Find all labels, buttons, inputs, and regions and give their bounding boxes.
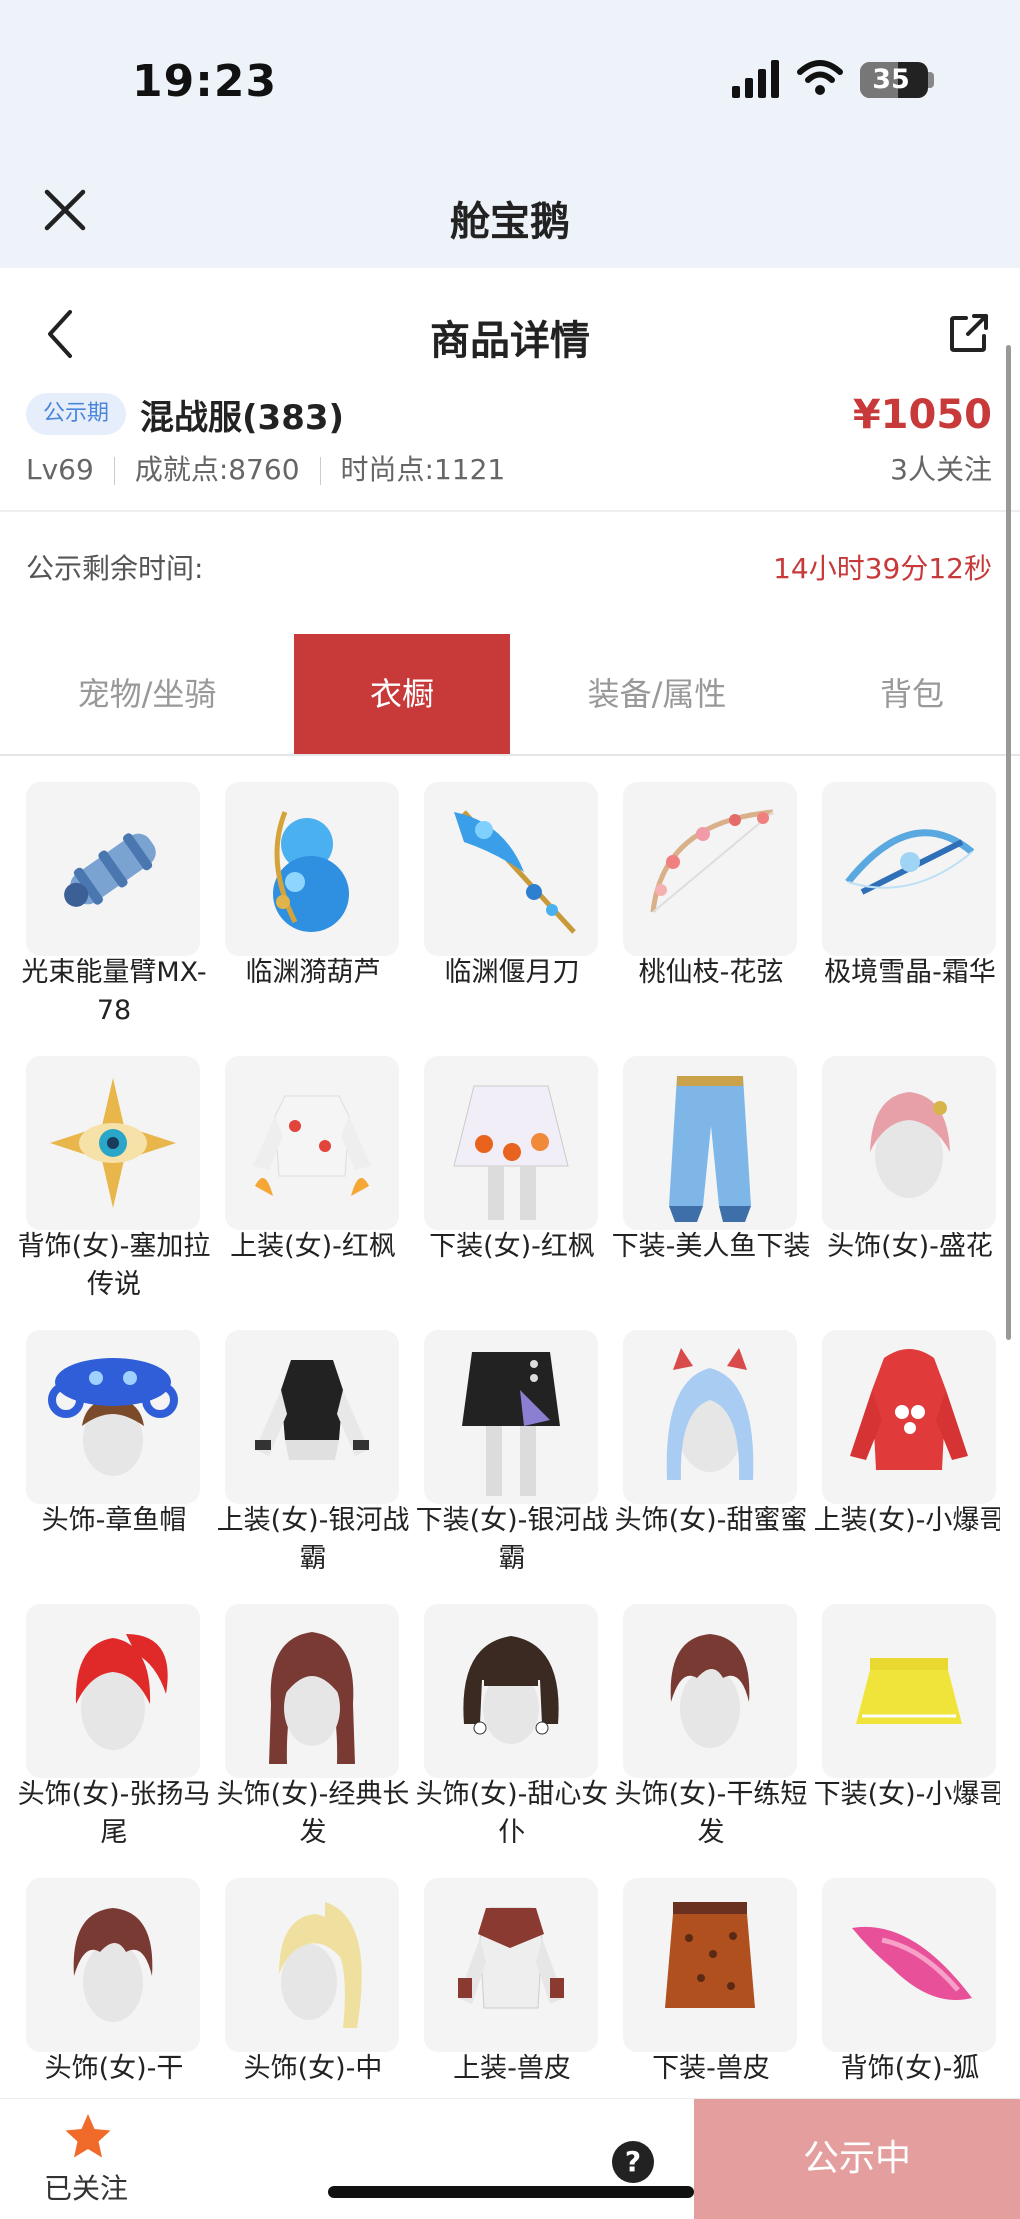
star-icon[interactable] [62, 2111, 114, 2163]
share-icon[interactable] [944, 308, 994, 358]
item-name: 上装-兽皮 [453, 2053, 571, 2084]
item-name: 背饰(女)-狐 [840, 2053, 980, 2084]
hoodie-icon [822, 1330, 996, 1504]
status-badge: 公示期 [26, 393, 126, 435]
item-name: 下装(女)-红枫 [429, 1231, 595, 1262]
item-name: 头饰(女)-甜心女仆 [415, 1779, 609, 1848]
hair-icon [225, 1878, 399, 2052]
tab-pets-mounts[interactable]: 宠物/坐骑 [0, 634, 294, 754]
tail-icon [822, 1878, 996, 2052]
item-name: 临渊偃月刀 [444, 957, 580, 988]
scrollbar[interactable] [1006, 345, 1011, 1340]
battery-tip [928, 72, 934, 88]
battery-icon: 35 [860, 62, 928, 98]
hair-icon [424, 1604, 598, 1778]
tab-divider [0, 754, 1020, 756]
pants-icon [623, 1056, 797, 1230]
eye-ornament-icon [26, 1056, 200, 1230]
help-icon[interactable]: ? [612, 2141, 654, 2183]
skirt-icon [623, 1878, 797, 2052]
tab-backpack[interactable]: 背包 [804, 634, 1020, 754]
follower-count: 3人关注 [890, 453, 992, 486]
follow-button[interactable]: 已关注 [44, 2167, 128, 2207]
glaive-icon [424, 782, 598, 956]
top-outfit-icon [225, 1330, 399, 1504]
skirt-icon [424, 1330, 598, 1504]
battery-level: 35 [872, 64, 910, 95]
item-name: 头饰(女)-经典长发 [216, 1779, 410, 1848]
remaining-time-value: 14小时39分12秒 [773, 552, 992, 585]
price: ¥1050 [852, 392, 992, 438]
level: Lv69 [26, 453, 94, 486]
tab-wardrobe[interactable]: 衣橱 [294, 634, 510, 754]
item-name: 头饰(女)-张扬马尾 [17, 1779, 211, 1848]
hair-icon [26, 1878, 200, 2052]
item-name: 上装(女)-银河战霸 [216, 1505, 410, 1574]
remaining-time-label: 公示剩余时间: [26, 552, 204, 585]
item-name: 头饰(女)-盛花 [827, 1231, 993, 1262]
item-name: 头饰(女)-干练短发 [614, 1779, 808, 1848]
item-name: 上装(女)-红枫 [230, 1231, 396, 1262]
item-name: 头饰(女)-干 [44, 2053, 184, 2084]
divider [0, 510, 1020, 512]
item-name: 桃仙枝-花弦 [638, 957, 784, 988]
item-name: 临渊漪葫芦 [245, 957, 381, 988]
status-bar: 19:23 35 [0, 0, 1020, 145]
hair-icon [623, 1330, 797, 1504]
nav-bar: 商品详情 [0, 268, 1020, 393]
tab-bar: 宠物/坐骑 衣橱 装备/属性 背包 [0, 634, 1020, 754]
server-name: 混战服(383) [140, 398, 345, 438]
wardrobe-grid: 光束能量臂MX-78 临渊漪葫芦 临渊偃月刀 桃仙枝-花弦 极境雪晶-霜华 背饰… [0, 782, 1000, 2102]
signal-icon [732, 60, 779, 98]
bottom-bar: 已关注 ? 公示中 [0, 2098, 1020, 2219]
hair-icon [623, 1604, 797, 1778]
skirt-icon [822, 1604, 996, 1778]
app-bar: 舱宝鹅 [0, 145, 1020, 268]
energy-arm-icon [26, 782, 200, 956]
item-name: 头饰(女)-甜蜜蜜 [614, 1505, 808, 1536]
home-indicator [328, 2186, 694, 2198]
item-name: 头饰(女)-中 [243, 2053, 383, 2084]
item-name: 极境雪晶-霜华 [824, 957, 996, 988]
item-name: 背饰(女)-塞加拉传说 [17, 1231, 211, 1300]
wifi-icon [797, 60, 843, 95]
item-name: 头饰-章鱼帽 [41, 1505, 187, 1536]
bow-icon [623, 782, 797, 956]
skirt-icon [424, 1056, 598, 1230]
crossbow-icon [822, 782, 996, 956]
app-title: 舱宝鹅 [450, 199, 570, 245]
fashion-points: 时尚点:1121 [340, 453, 506, 486]
public-notice-button[interactable]: 公示中 [694, 2099, 1020, 2219]
achievement-points: 成就点:8760 [134, 453, 300, 486]
item-name: 下装(女)-银河战霸 [415, 1505, 609, 1574]
gourd-icon [225, 782, 399, 956]
page-title: 商品详情 [430, 318, 590, 364]
item-name: 下装(女)-小爆哥 [813, 1779, 1000, 1810]
top-outfit-icon [225, 1056, 399, 1230]
clock: 19:23 [132, 56, 278, 107]
item-name: 下装-美人鱼下装 [611, 1231, 811, 1262]
item-name: 光束能量臂MX-78 [21, 957, 207, 1026]
tab-equipment[interactable]: 装备/属性 [510, 634, 804, 754]
top-outfit-icon [424, 1878, 598, 2052]
hair-icon [225, 1604, 399, 1778]
item-name: 下装-兽皮 [652, 2053, 770, 2084]
octopus-hat-icon [26, 1330, 200, 1504]
item-name: 上装(女)-小爆哥 [813, 1505, 1000, 1536]
hair-icon [26, 1604, 200, 1778]
hair-icon [822, 1056, 996, 1230]
product-meta: Lv69 成就点:8760 时尚点:1121 [26, 448, 505, 488]
